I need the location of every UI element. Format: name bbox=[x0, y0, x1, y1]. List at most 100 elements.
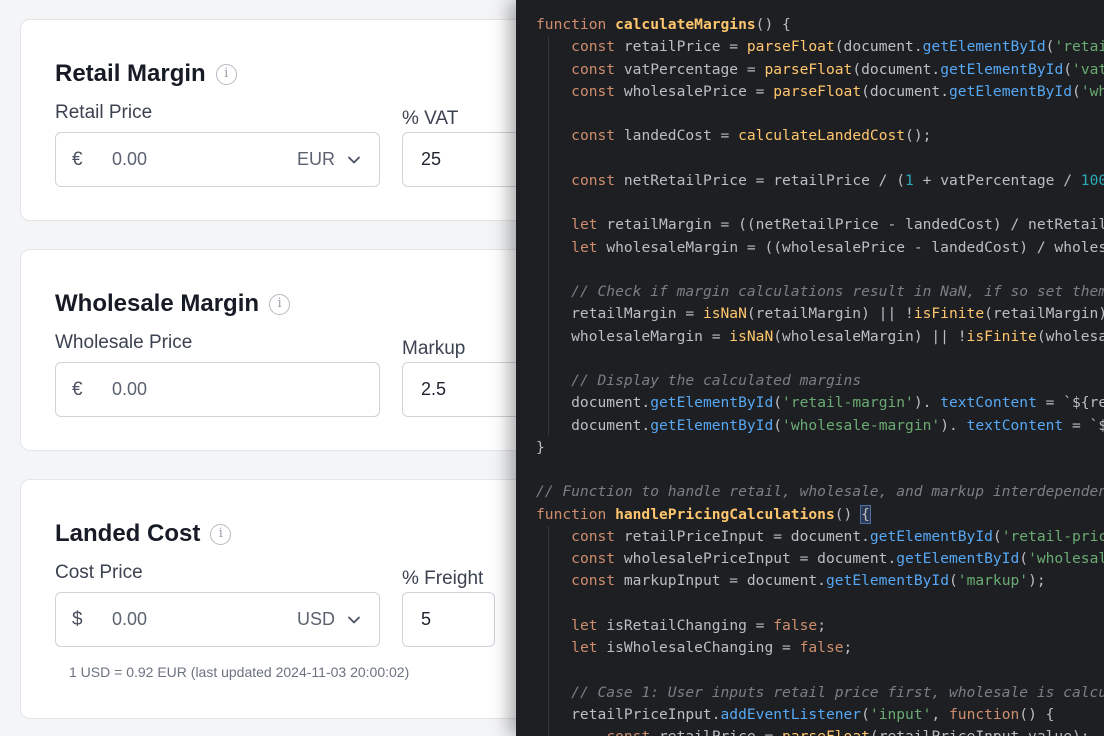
code-token: const bbox=[571, 550, 624, 567]
code-token: () bbox=[834, 505, 862, 523]
code-token: // Function to handle retail, wholesale,… bbox=[536, 483, 1104, 501]
code-token: const bbox=[571, 82, 624, 100]
code-token: 'markup' bbox=[957, 572, 1029, 590]
dollar-icon: $ bbox=[72, 608, 83, 630]
freight-label: % Freight bbox=[402, 568, 484, 589]
code-token: (); bbox=[905, 127, 932, 145]
code-line[interactable]: wholesaleMargin = isNaN(wholesaleMargin)… bbox=[536, 326, 1104, 348]
code-line[interactable]: const retailPriceInput = document.getEle… bbox=[536, 526, 1104, 548]
code-token: isNaN bbox=[729, 327, 774, 345]
code-line[interactable]: const retailPrice = parseFloat(document.… bbox=[536, 36, 1104, 58]
code-line[interactable] bbox=[536, 348, 1104, 370]
code-token: ( bbox=[1063, 60, 1073, 78]
code-line[interactable]: const wholesalePriceInput = document.get… bbox=[536, 548, 1104, 570]
code-token: (retailMargin) || ! bbox=[746, 305, 914, 323]
retail-price-value[interactable]: 0.00 bbox=[112, 149, 297, 170]
info-icon[interactable]: i bbox=[210, 523, 232, 545]
code-token: } bbox=[536, 438, 545, 456]
code-line[interactable] bbox=[536, 103, 1104, 125]
code-line[interactable]: document.getElementById('retail-margin')… bbox=[536, 392, 1104, 414]
code-line[interactable]: const netRetailPrice = retailPrice / (1 … bbox=[536, 170, 1104, 192]
code-token: 'retail-price' bbox=[1001, 527, 1104, 545]
cost-price-value[interactable]: 0.00 bbox=[112, 609, 297, 630]
code-token: ; bbox=[817, 616, 826, 634]
code-lines[interactable]: function calculateMargins() { const reta… bbox=[536, 14, 1104, 736]
code-token: ( bbox=[1019, 550, 1029, 567]
code-editor[interactable]: function calculateMargins() { const reta… bbox=[516, 0, 1104, 736]
code-token: isRetailChanging = bbox=[606, 616, 774, 634]
code-token: 1 bbox=[905, 171, 914, 189]
wholesale-margin-card: Wholesale Margin i Wholesale Price € 0.0… bbox=[20, 249, 520, 451]
code-line[interactable]: retailPriceInput.addEventListener('input… bbox=[536, 704, 1104, 726]
code-line[interactable]: const markupInput = document.getElementB… bbox=[536, 570, 1104, 592]
code-line[interactable]: let retailMargin = ((netRetailPrice - la… bbox=[536, 214, 1104, 236]
code-token: (retailPriceInput.value); bbox=[870, 728, 1090, 736]
code-token: isFinite bbox=[913, 305, 985, 323]
freight-input[interactable]: 5 bbox=[402, 592, 495, 647]
code-line[interactable] bbox=[536, 459, 1104, 481]
markup-input[interactable]: 2.5 bbox=[402, 362, 520, 417]
code-line[interactable] bbox=[536, 593, 1104, 615]
code-token: 'wholesale-price' bbox=[1080, 82, 1104, 100]
code-token: markupInput = document. bbox=[623, 572, 826, 590]
code-line[interactable]: // Display the calculated margins bbox=[536, 370, 1104, 392]
code-line[interactable]: function handlePricingCalculations() { bbox=[536, 504, 1104, 526]
code-line[interactable] bbox=[536, 148, 1104, 170]
code-line[interactable]: // Check if margin calculations result i… bbox=[536, 281, 1104, 303]
code-token: ; bbox=[843, 639, 853, 656]
code-line[interactable]: // Case 1: User inputs retail price firs… bbox=[536, 682, 1104, 704]
code-token: ( bbox=[992, 527, 1002, 545]
code-token: ); bbox=[1028, 572, 1046, 590]
code-line[interactable] bbox=[536, 192, 1104, 214]
code-line[interactable]: } bbox=[536, 437, 1104, 459]
code-line[interactable]: const landedCost = calculateLandedCost()… bbox=[536, 125, 1104, 147]
vat-input[interactable]: 25 bbox=[402, 132, 520, 187]
code-token: isNaN bbox=[702, 305, 747, 323]
code-token: textContent bbox=[940, 394, 1037, 412]
code-line[interactable]: let isRetailChanging = false; bbox=[536, 615, 1104, 637]
info-icon[interactable]: i bbox=[269, 293, 291, 315]
code-token: vatPercentage = bbox=[623, 60, 765, 78]
code-line[interactable]: retailMargin = isNaN(retailMargin) || !i… bbox=[536, 303, 1104, 325]
code-token: parseFloat bbox=[764, 60, 853, 78]
code-line[interactable]: const vatPercentage = parseFloat(documen… bbox=[536, 59, 1104, 81]
wholesale-price-value[interactable]: 0.00 bbox=[112, 379, 379, 400]
info-icon[interactable]: i bbox=[215, 63, 237, 85]
code-token: retailPriceInput = document. bbox=[623, 527, 870, 545]
code-line[interactable]: const wholesalePrice = parseFloat(docume… bbox=[536, 81, 1104, 103]
code-line[interactable] bbox=[536, 659, 1104, 681]
code-line[interactable]: const retailPrice = parseFloat(retailPri… bbox=[536, 726, 1104, 736]
code-token: document. bbox=[536, 394, 651, 412]
code-line[interactable] bbox=[536, 259, 1104, 281]
currency-select-eur[interactable]: EUR bbox=[297, 149, 379, 170]
code-token: 'input' bbox=[869, 705, 932, 723]
code-line[interactable]: let wholesaleMargin = ((wholesalePrice -… bbox=[536, 237, 1104, 259]
code-token: let bbox=[571, 216, 607, 234]
code-token: 'wholesale-margin' bbox=[782, 416, 941, 434]
code-line[interactable]: function calculateMargins() { bbox=[536, 14, 1104, 36]
euro-icon: € bbox=[72, 378, 83, 400]
currency-select-usd[interactable]: USD bbox=[297, 609, 379, 630]
code-token: ( bbox=[773, 394, 783, 412]
cost-price-input[interactable]: $ 0.00 USD bbox=[55, 592, 380, 647]
code-token: // Display the calculated margins bbox=[571, 372, 862, 389]
code-token: const bbox=[571, 127, 624, 145]
code-token: getElementById bbox=[650, 416, 774, 434]
retail-price-input[interactable]: € 0.00 EUR bbox=[55, 132, 380, 187]
code-token: (document. bbox=[861, 82, 949, 100]
code-token: document. bbox=[536, 416, 651, 434]
code-line[interactable]: let isWholesaleChanging = false; bbox=[536, 637, 1104, 659]
code-token: 'wholesale-price' bbox=[1028, 550, 1104, 567]
code-token: const bbox=[606, 728, 659, 736]
wholesale-price-input[interactable]: € 0.00 bbox=[55, 362, 380, 417]
code-token: getElementById bbox=[940, 60, 1064, 78]
landed-cost-title-text: Landed Cost bbox=[55, 520, 201, 547]
code-line[interactable]: document.getElementById('wholesale-margi… bbox=[536, 415, 1104, 437]
code-line[interactable]: // Function to handle retail, wholesale,… bbox=[536, 481, 1104, 503]
